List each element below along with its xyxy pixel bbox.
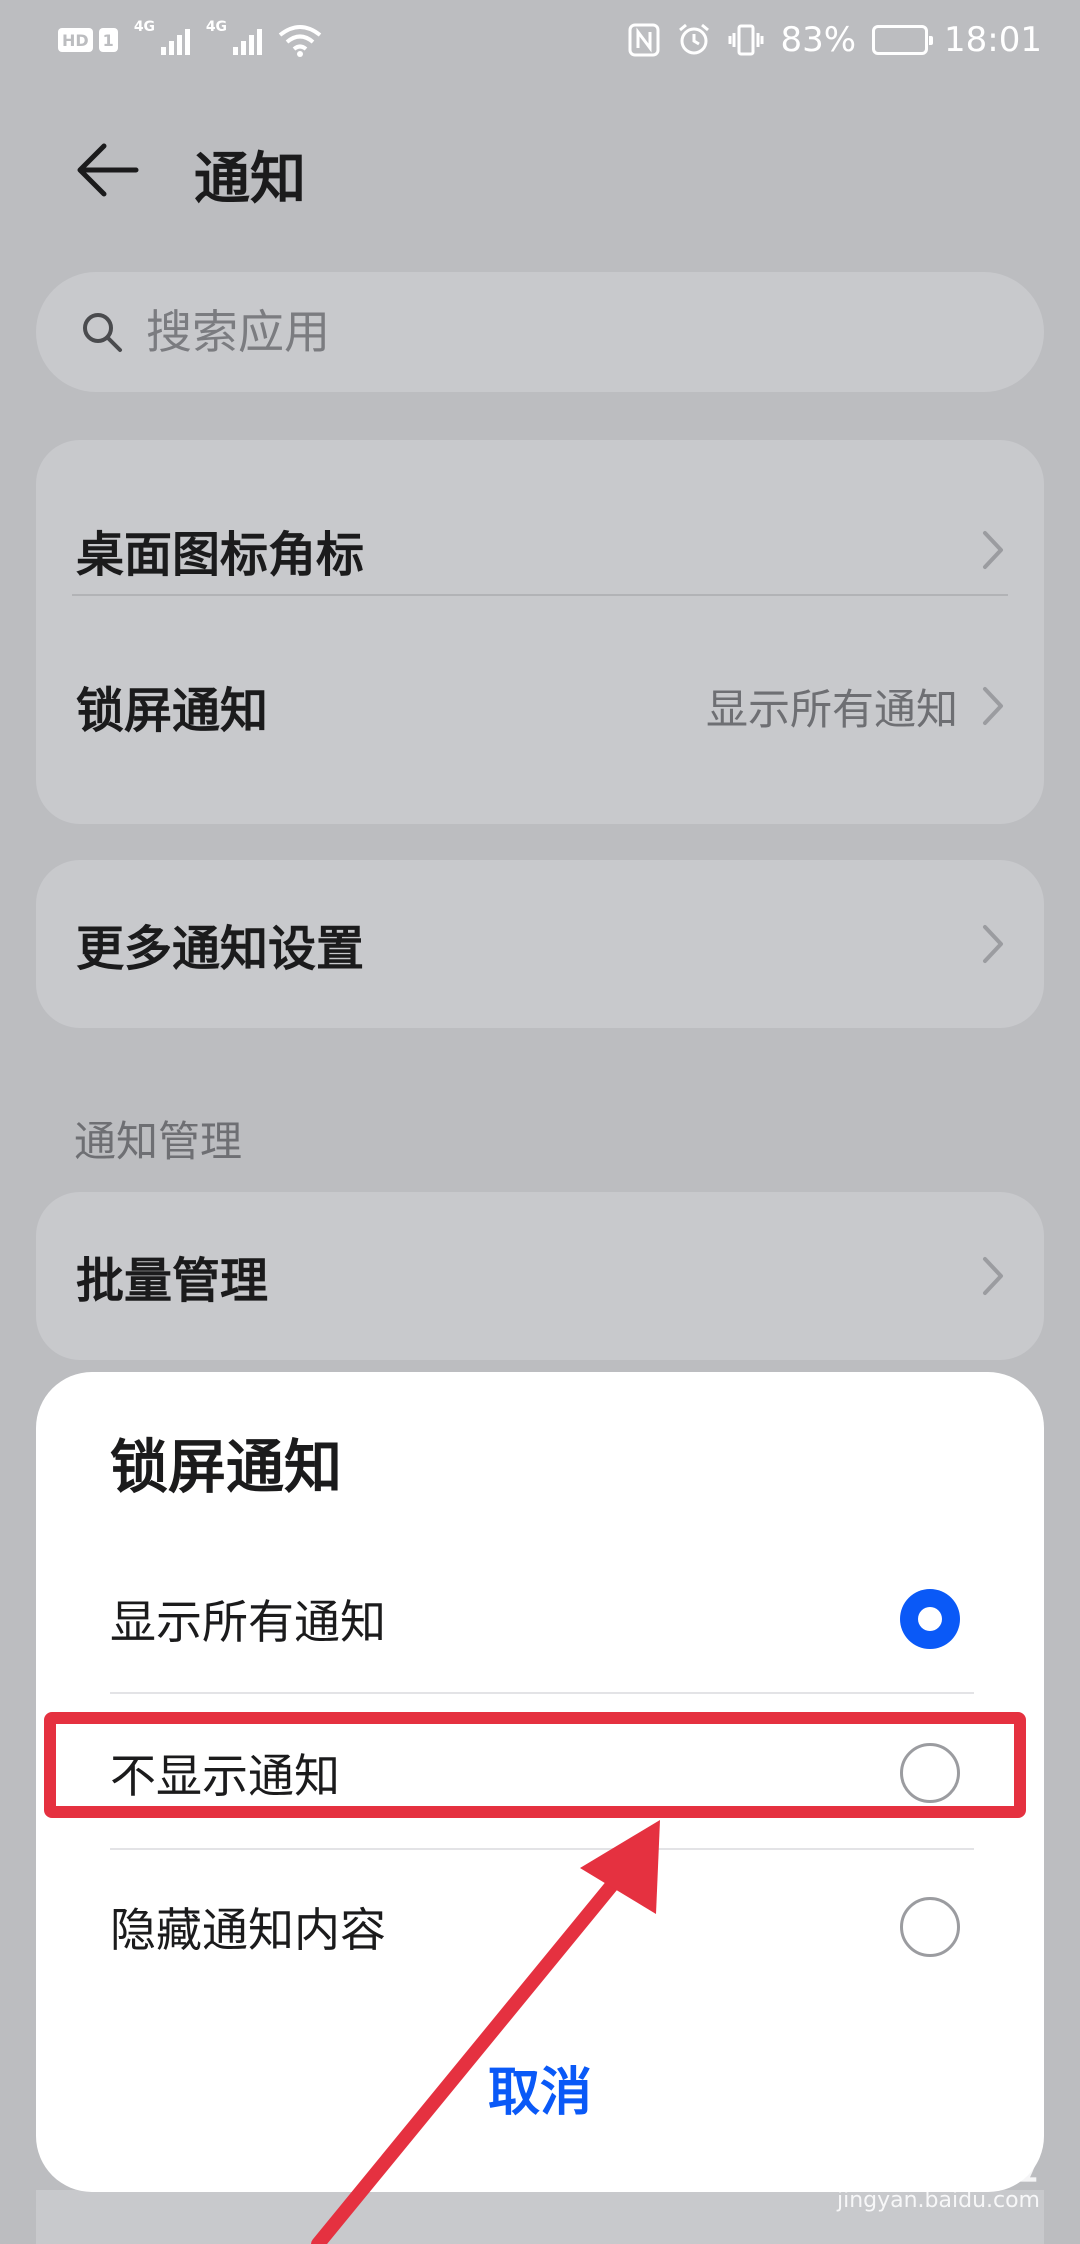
highlight-annotation: [44, 1712, 1026, 1818]
option-label: 隐藏通知内容: [110, 1903, 386, 1957]
section-title: 通知管理: [74, 1117, 243, 1166]
watermark: Bai du 经验 jingyan.baidu.com: [762, 2128, 1040, 2213]
row-more-settings-label: 更多通知设置: [76, 921, 365, 977]
chevron-right-icon: [983, 531, 1003, 569]
hd-icon: HD: [58, 28, 93, 52]
search-icon: [76, 306, 128, 358]
row-batch-manage[interactable]: 批量管理: [36, 1192, 1044, 1360]
row-lockscreen-value: 显示所有通知: [705, 684, 958, 734]
vibrate-icon: [728, 24, 764, 56]
option-show-all[interactable]: 显示所有通知: [36, 1544, 1044, 1694]
row-lockscreen[interactable]: 锁屏通知 显示所有通知: [36, 626, 1044, 786]
network-type-label: 4G: [133, 19, 156, 35]
signal-icon: 4G: [206, 19, 262, 57]
row-batch-manage-label: 批量管理: [76, 1253, 269, 1309]
status-left: HD 1 4G 4G: [58, 19, 322, 57]
cancel-button[interactable]: 取消: [36, 2032, 1044, 2142]
battery-icon: [872, 25, 934, 55]
radio-show-all[interactable]: [900, 1589, 960, 1649]
option-label: 显示所有通知: [110, 1595, 386, 1649]
notification-settings-screen: HD 1 4G 4G 83% 18:01 通知 搜索应用 桌面图标角标 锁屏通知…: [0, 0, 1080, 2244]
signal-icon: 4G: [134, 19, 190, 57]
nfc-icon: [628, 23, 660, 57]
settings-card-general: 桌面图标角标 锁屏通知 显示所有通知: [36, 440, 1044, 824]
watermark-logo: Bai du 经验: [762, 2139, 1040, 2190]
app-header: 通知: [0, 120, 1080, 220]
wifi-icon: [278, 25, 322, 57]
status-bar: HD 1 4G 4G 83% 18:01: [0, 0, 1080, 80]
option-hide-content[interactable]: 隐藏通知内容: [36, 1852, 1044, 2002]
network-type-label: 4G: [205, 19, 228, 35]
divider: [72, 594, 1008, 596]
row-more-settings[interactable]: 更多通知设置: [36, 860, 1044, 1028]
search-bar[interactable]: [36, 272, 1044, 392]
chevron-right-icon: [983, 925, 1003, 963]
divider: [110, 1848, 974, 1850]
settings-card-more: 更多通知设置: [36, 860, 1044, 1028]
radio-hide-content[interactable]: [900, 1897, 960, 1957]
search-input[interactable]: [146, 305, 946, 359]
clock: 18:01: [944, 20, 1042, 60]
row-badge-label: 桌面图标角标: [76, 527, 365, 583]
alarm-icon: [679, 23, 710, 55]
settings-card-manage: 批量管理: [36, 1192, 1044, 1360]
divider: [110, 1692, 974, 1694]
dialog-title: 锁屏通知: [110, 1433, 343, 1501]
row-badge[interactable]: 桌面图标角标: [36, 470, 1044, 630]
battery-percent: 83%: [780, 20, 857, 60]
chevron-right-icon: [983, 1257, 1003, 1295]
row-lockscreen-label: 锁屏通知: [76, 683, 269, 739]
chevron-right-icon: [983, 687, 1003, 725]
back-arrow-icon: [77, 143, 139, 197]
page-title: 通知: [194, 147, 306, 212]
sim-icon: 1: [98, 28, 118, 52]
back-button[interactable]: [72, 138, 144, 202]
status-right: 83% 18:01: [628, 20, 1042, 60]
